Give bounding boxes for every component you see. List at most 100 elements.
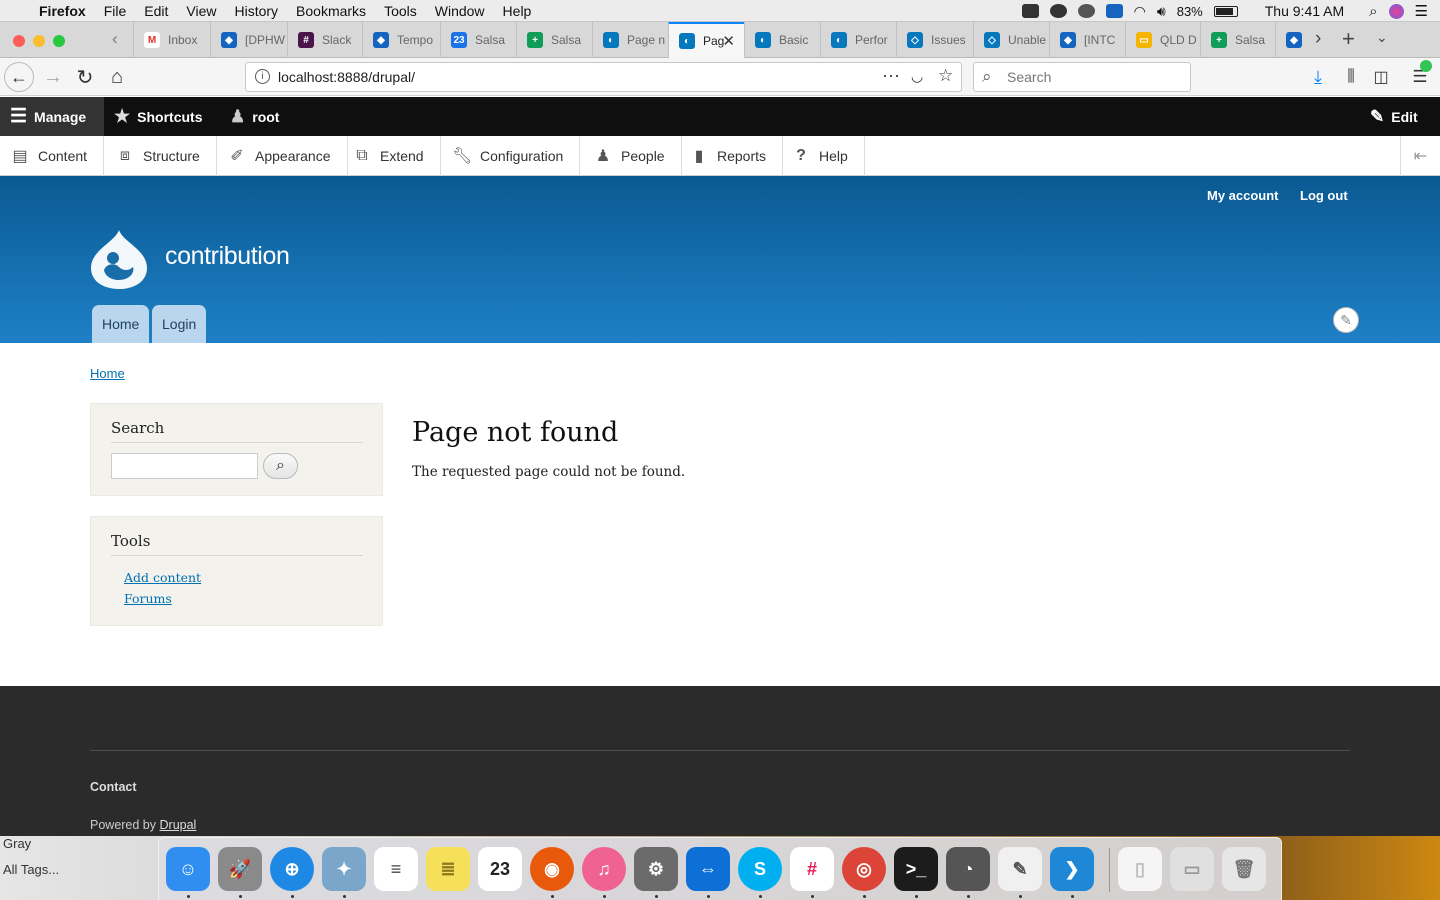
safari-icon[interactable]: ⊕ <box>270 847 314 891</box>
downloads-icon[interactable]: ⤓ <box>1303 62 1333 92</box>
trash-icon[interactable]: 🗑 <box>1222 847 1266 891</box>
sequel-pro-icon[interactable]: ◔ <box>946 847 990 891</box>
reload-button[interactable]: ↻ <box>70 62 100 92</box>
footer-contact-link[interactable]: Contact <box>90 780 137 794</box>
site-name[interactable]: contribution <box>165 242 290 271</box>
browser-tab[interactable]: + Salsa <box>516 22 592 58</box>
app-menu-firefox[interactable]: Firefox <box>30 0 95 22</box>
notes-icon[interactable]: ≣ <box>426 847 470 891</box>
admin-menu-reports[interactable]: ▮ Reports <box>677 136 784 176</box>
skype-icon[interactable]: S <box>738 847 782 891</box>
notification-center-icon[interactable]: ☰ <box>1415 2 1428 20</box>
log-out-link[interactable]: Log out <box>1300 188 1348 203</box>
contextual-edit-pencil-icon[interactable]: ✎ <box>1333 307 1359 333</box>
home-button[interactable]: ⌂ <box>102 62 132 92</box>
browser-tab[interactable]: ◇ Unable <box>973 22 1049 58</box>
close-tab-icon[interactable]: ✕ <box>722 32 735 50</box>
browser-tab[interactable]: + Salsa <box>1200 22 1275 58</box>
manage-tab[interactable]: ☰ Manage <box>10 97 86 136</box>
search-submit-button[interactable]: ⌕ <box>263 453 298 479</box>
browser-tab[interactable]: M Inbox <box>133 22 210 58</box>
drupal-logo-icon[interactable] <box>89 228 149 290</box>
creative-cloud-icon[interactable] <box>1049 4 1067 18</box>
menu-window[interactable]: Window <box>426 0 494 22</box>
site-info-icon[interactable]: i <box>255 69 270 84</box>
siri-icon[interactable] <box>1388 3 1404 19</box>
menu-file[interactable]: File <box>95 0 136 22</box>
battery-icon[interactable] <box>1213 5 1238 17</box>
edit-toggle[interactable]: ✎ Edit <box>1370 97 1418 136</box>
new-tab-icon[interactable]: + <box>1342 26 1355 52</box>
browser-tab[interactable]: # Slack <box>287 22 362 58</box>
my-account-link[interactable]: My account <box>1207 188 1279 203</box>
menu-history[interactable]: History <box>225 0 287 22</box>
shortcuts-tab[interactable]: ★ Shortcuts <box>114 97 202 136</box>
search-block-input[interactable] <box>111 453 258 479</box>
downloads-folder-icon[interactable]: ▭ <box>1170 847 1214 891</box>
page-actions-icon[interactable]: ··· <box>882 65 900 86</box>
browser-tab[interactable]: ◐ Pag ✕ <box>668 22 744 58</box>
system-preferences-icon[interactable]: ⚙ <box>634 847 678 891</box>
textedit-icon[interactable]: ✎ <box>998 847 1042 891</box>
browser-tab[interactable]: ◐ Perfor <box>820 22 896 58</box>
menu-edit[interactable]: Edit <box>135 0 177 22</box>
launchpad-icon[interactable]: 🚀 <box>218 847 262 891</box>
browser-tab[interactable]: ◐ Basic <box>744 22 820 58</box>
teamviewer-icon[interactable]: ⇔ <box>686 847 730 891</box>
desktop-label-gray[interactable]: Gray <box>3 836 31 851</box>
forward-button[interactable]: → <box>38 62 68 92</box>
sidebar-toggle-icon[interactable]: ◫ <box>1366 62 1396 92</box>
tools-link-forums[interactable]: Forums <box>124 591 172 606</box>
back-button[interactable]: ← <box>4 62 34 92</box>
tab-scroll-left-icon[interactable]: ‹ <box>112 29 118 49</box>
teamviewer-status-icon[interactable] <box>1105 4 1123 18</box>
drupal-link[interactable]: Drupal <box>160 818 197 832</box>
browser-tab[interactable]: ◐ Page n <box>592 22 668 58</box>
minimize-window-button[interactable] <box>33 35 45 47</box>
browser-tab[interactable]: ◆ [INTC <box>1049 22 1125 58</box>
maximize-window-button[interactable] <box>53 35 65 47</box>
tools-link-add-content[interactable]: Add content <box>124 570 201 585</box>
menu-tools[interactable]: Tools <box>375 0 426 22</box>
admin-menu-structure[interactable]: ⧈ Structure <box>103 136 217 176</box>
browser-tab[interactable]: 23 Salsa <box>440 22 516 58</box>
document-icon[interactable]: ▯ <box>1118 847 1162 891</box>
close-window-button[interactable] <box>13 35 25 47</box>
admin-menu-appearance[interactable]: ✐ Appearance <box>215 136 348 176</box>
spotlight-icon[interactable]: ⌕ <box>1355 3 1377 20</box>
terminal-icon[interactable]: >_ <box>894 847 938 891</box>
browser-tab[interactable]: ◇ Issues <box>896 22 973 58</box>
clock[interactable]: Thu 9:41 AM <box>1249 3 1344 19</box>
chrome-icon[interactable]: ◎ <box>842 847 886 891</box>
alien-icon[interactable] <box>1077 4 1095 18</box>
url-text[interactable]: localhost:8888/drupal/ <box>278 69 415 85</box>
volume-icon[interactable]: 🔊︎ <box>1157 3 1166 20</box>
user-tab[interactable]: ♟ root <box>230 97 279 136</box>
menu-help[interactable]: Help <box>494 0 541 22</box>
menu-view[interactable]: View <box>177 0 225 22</box>
finder-icon[interactable]: ☺ <box>166 847 210 891</box>
itunes-icon[interactable]: ♫ <box>582 847 626 891</box>
library-icon[interactable]: ⫼ <box>1336 62 1366 92</box>
search-bar[interactable]: ⌕ Search <box>973 62 1191 92</box>
calendar-icon[interactable]: 23 <box>478 847 522 891</box>
admin-menu-help[interactable]: ? Help <box>779 136 865 176</box>
admin-menu-people[interactable]: ♟ People <box>581 136 682 176</box>
browser-tab[interactable]: ▭ QLD D <box>1125 22 1200 58</box>
firefox-icon[interactable]: ◉ <box>530 847 574 891</box>
browser-tab[interactable]: ◆ [DPHW <box>210 22 287 58</box>
browser-tab[interactable]: ◆S <box>1275 22 1305 58</box>
tab-scroll-right-icon[interactable]: › <box>1315 28 1321 50</box>
wifi-icon[interactable]: ◠ <box>1134 3 1146 20</box>
bookmark-star-icon[interactable]: ☆ <box>938 66 953 86</box>
browser-tab[interactable]: ◆ Tempo <box>362 22 440 58</box>
list-all-tabs-icon[interactable]: ⌄ <box>1376 29 1388 46</box>
vscode-icon[interactable]: ❯ <box>1050 847 1094 891</box>
battery-percent[interactable]: 83% <box>1177 4 1203 19</box>
slack-icon[interactable]: # <box>790 847 834 891</box>
admin-menu-extend[interactable]: ⧉ Extend <box>340 136 441 176</box>
reminders-icon[interactable]: ≡ <box>374 847 418 891</box>
url-bar[interactable]: i localhost:8888/drupal/ ··· ◡ ☆ <box>245 62 962 92</box>
menu-bookmarks[interactable]: Bookmarks <box>287 0 375 22</box>
pocket-icon[interactable]: ◡ <box>911 68 923 85</box>
